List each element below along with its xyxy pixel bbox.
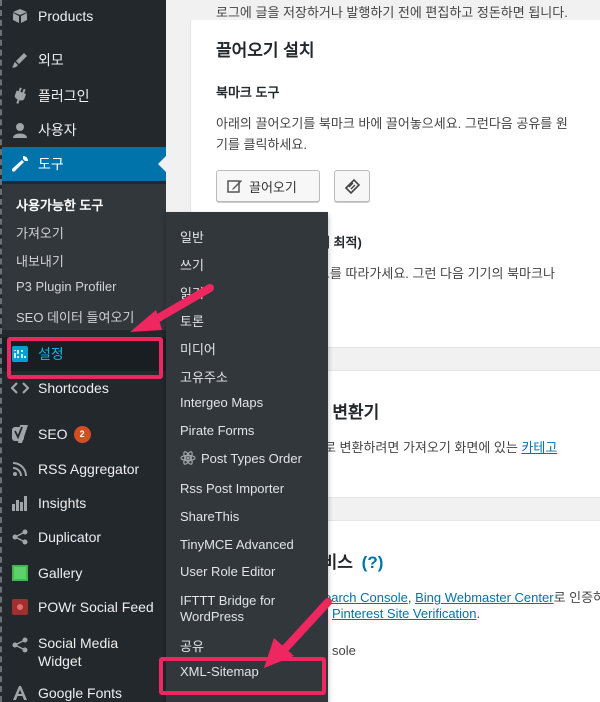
tools-submenu: 사용가능한 도구 가져오기 내보내기 P3 Plugin Profiler SE…	[2, 184, 166, 330]
sidebar-item-tools[interactable]: 도구	[2, 147, 166, 181]
bookmarklet-desc-2: 기를 클릭하세요.	[216, 137, 307, 152]
converter-desc: 서로 변환하려면 가져오기 화면에 있는 카테고	[312, 437, 557, 456]
sidebar-item-google-fonts[interactable]: Google Fonts	[2, 676, 166, 702]
atom-icon	[180, 451, 196, 465]
fonts-icon	[13, 686, 27, 700]
console-label: sole	[332, 643, 356, 658]
sidebar-item-label: Products	[38, 8, 94, 24]
seo-icon	[12, 425, 28, 443]
flyout-general[interactable]: 일반	[180, 227, 204, 246]
shortcodes-icon	[11, 382, 29, 394]
sidebar-item-rss-aggregator[interactable]: RSS Aggregator	[2, 452, 166, 486]
sidebar-item-users[interactable]: 사용자	[2, 113, 166, 147]
rss-icon	[12, 462, 27, 477]
flyout-discussion[interactable]: 토론	[180, 311, 204, 330]
sidebar-item-label: RSS Aggregator	[38, 461, 140, 477]
flyout-post-types-order-label: Post Types Order	[201, 450, 302, 466]
flyout-ifttt-line-2: WordPress	[180, 609, 245, 624]
share-icon	[12, 637, 28, 653]
flyout-user-role-editor[interactable]: User Role Editor	[180, 564, 275, 579]
sidebar-item-plugins[interactable]: 플러그인	[2, 79, 166, 113]
plugins-icon	[14, 87, 27, 104]
verification-help-link[interactable]: (?)	[362, 553, 384, 572]
insights-icon	[12, 496, 27, 511]
sidebar-item-label: 외모	[38, 52, 64, 68]
sidebar-item-label: 플러그인	[38, 88, 90, 104]
bing-webmaster-link[interactable]: Bing Webmaster Center	[415, 590, 554, 605]
flyout-ifttt-line-1: IFTTT Bridge for	[180, 593, 276, 608]
gallery-icon	[12, 565, 28, 581]
bookmarklet-heading: 북마크 도구	[216, 85, 280, 100]
flyout-media[interactable]: 미디어	[180, 339, 216, 358]
category-converter-link[interactable]: 카테고	[521, 440, 557, 455]
sidebar-item-products[interactable]: Products	[2, 0, 166, 33]
verification-desc-1: earch Console, Bing Webmaster Center로 인증…	[324, 587, 600, 606]
sidebar-item-label: POWr Social Feed	[38, 599, 154, 615]
converter-desc-text: 서로 변환하려면 가져오기 화면에 있는	[312, 440, 522, 455]
sidebar-item-label: Duplicator	[38, 529, 102, 545]
pressthis-button[interactable]: 끌어오기	[216, 170, 320, 202]
intro-text: 로그에 글을 저장하거나 발행하기 전에 편집하고 정돈하면 됩니다.	[216, 5, 568, 20]
submenu-p3-profiler[interactable]: P3 Plugin Profiler	[16, 279, 116, 294]
verification-sep: ,	[407, 590, 416, 605]
edit-icon	[227, 180, 242, 193]
sidebar-item-duplicator[interactable]: Duplicator	[2, 520, 166, 554]
submenu-import[interactable]: 가져오기	[16, 223, 64, 242]
sidebar-item-social-media-widget[interactable]: Social Media Widget	[2, 634, 166, 674]
pinterest-verification-link[interactable]: Pinterest Site Verification	[332, 606, 477, 621]
bookmarklet-desc-1: 아래의 끌어오기를 북마크 바에 끌어놓으세요. 그런다음 공유를 원	[216, 116, 568, 131]
flyout-rss-post-importer[interactable]: Rss Post Importer	[180, 481, 284, 496]
powr-icon	[12, 599, 28, 615]
sidebar-item-powr-social-feed[interactable]: POWr Social Feed	[2, 590, 166, 624]
pressthis-copy-button[interactable]	[334, 170, 370, 202]
settings-flyout-menu: 일반 쓰기 읽기 토론 미디어 고유주소 Intergeo Maps Pirat…	[166, 212, 328, 702]
clipboard-icon	[344, 178, 361, 195]
sidebar-item-label: 사용자	[38, 122, 77, 138]
users-icon	[13, 123, 27, 138]
sidebar-item-gallery[interactable]: Gallery	[2, 556, 166, 590]
flyout-tinymce-advanced[interactable]: TinyMCE Advanced	[180, 537, 294, 552]
appearance-icon	[12, 53, 27, 68]
flyout-pirate-forms[interactable]: Pirate Forms	[180, 423, 254, 438]
sidebar-item-label: Shortcodes	[38, 380, 109, 396]
sidebar-item-label: Google Fonts	[38, 685, 123, 701]
sidebar-item-insights[interactable]: Insights	[2, 486, 166, 520]
submenu-available-tools[interactable]: 사용가능한 도구	[16, 195, 103, 214]
duplicator-icon	[12, 529, 28, 545]
settings-highlight-box	[7, 337, 163, 379]
sidebar-item-label: Gallery	[38, 565, 83, 581]
flyout-sharethis[interactable]: ShareThis	[180, 509, 239, 524]
sidebar-item-appearance[interactable]: 외모	[2, 43, 166, 77]
sidebar-item-label: 도구	[38, 156, 64, 172]
flyout-intergeo-maps[interactable]: Intergeo Maps	[180, 395, 263, 410]
sidebar-item-label: SEO	[38, 426, 68, 442]
tools-icon	[12, 156, 28, 172]
pressthis-title: 끌어오기 설치	[216, 41, 315, 60]
sidebar-item-label: Insights	[38, 495, 87, 511]
verification-desc-2: Pinterest Site Verification.	[332, 606, 480, 621]
search-console-link[interactable]: earch Console	[324, 590, 408, 605]
flyout-reading[interactable]: 읽기	[180, 283, 204, 302]
flyout-ifttt-bridge[interactable]: IFTTT Bridge for WordPress	[180, 593, 275, 625]
sidebar-item-seo[interactable]: SEO 2	[2, 417, 166, 451]
verification-after: 로 인증하	[553, 590, 600, 605]
flyout-permalinks[interactable]: 고유주소	[180, 367, 228, 386]
mobile-desc: 링크를 따라가세요. 그런 다음 기기의 북마크나	[306, 266, 555, 281]
sidebar-item-label: Social Media Widget	[38, 635, 119, 669]
verification-period: .	[476, 606, 481, 621]
submenu-seo-import[interactable]: SEO 데이터 들여오기	[16, 307, 134, 326]
pressthis-button-label: 끌어오기	[249, 179, 297, 195]
xml-sitemap-highlight-box	[159, 657, 326, 695]
flyout-sharing[interactable]: 공유	[180, 636, 204, 655]
seo-notification-badge: 2	[73, 425, 91, 443]
flyout-writing[interactable]: 쓰기	[180, 255, 204, 274]
products-icon	[13, 9, 27, 23]
submenu-export[interactable]: 내보내기	[16, 251, 64, 270]
flyout-post-types-order[interactable]: Post Types Order	[180, 450, 302, 466]
